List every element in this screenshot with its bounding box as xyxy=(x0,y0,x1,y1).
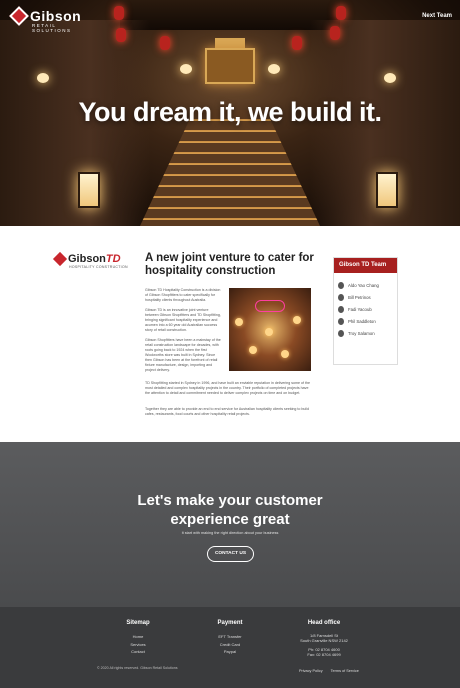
footer-link-services[interactable]: Services xyxy=(118,641,158,649)
gibson-td-logo: GibsonTD HOSPITALITY CONSTRUCTION xyxy=(52,251,128,269)
team-member-name: Fadi Yacoub xyxy=(348,306,372,312)
footer-head-office: Head office 1/8 Farnsdell St South Granv… xyxy=(293,620,355,657)
person-avatar-icon xyxy=(338,330,344,338)
legal-links: Privacy Policy Terms of Service xyxy=(299,669,366,673)
team-panel-heading: Gibson TD Team xyxy=(334,258,397,273)
td-logo-name: GibsonTD xyxy=(68,253,121,265)
person-avatar-icon xyxy=(338,305,344,313)
article-paragraph: Gibson TD Hospitality Construction is a … xyxy=(145,288,221,302)
restaurant-photo xyxy=(229,288,311,371)
light-bulb-icon xyxy=(281,350,289,358)
lantern-icon xyxy=(292,36,302,50)
team-member-name: Aldo Yao Chang xyxy=(348,282,379,288)
main-content: GibsonTD HOSPITALITY CONSTRUCTION A new … xyxy=(0,226,460,442)
footer-heading: Sitemap xyxy=(126,620,150,626)
team-member[interactable]: Phil Saddleton xyxy=(334,316,397,328)
terms-of-service-link[interactable]: Terms of Service xyxy=(331,669,359,673)
cta-subtitle: It start with making the right direction… xyxy=(181,531,279,535)
person-avatar-icon xyxy=(338,293,344,301)
team-member[interactable]: Aldo Yao Chang xyxy=(334,279,397,291)
copyright-text: © 2020 All rights reserved. Gibson Retai… xyxy=(97,666,178,670)
footer-heading: Payment xyxy=(217,620,243,626)
hero-sign-top xyxy=(215,38,245,48)
footer-payment: Payment EFT Transfer Credit Card Paypal xyxy=(207,620,253,656)
team-panel: Gibson TD Team Aldo Yao Chang Bill Petri… xyxy=(333,257,398,365)
diamond-mark-icon xyxy=(9,6,29,26)
footer-link-contact[interactable]: Contact xyxy=(118,648,158,656)
office-address: South Granville NSW 2142 xyxy=(300,638,348,643)
cta-title-line: experience great xyxy=(170,511,290,528)
team-member[interactable]: Fadi Yacoub xyxy=(334,303,397,315)
footer-payment-item: EFT Transfer xyxy=(218,634,242,639)
person-avatar-icon xyxy=(338,281,344,289)
diamond-mark-icon xyxy=(52,251,68,267)
site-footer: Sitemap Home Services Contact Payment EF… xyxy=(0,607,460,688)
footer-payment-item: Credit Card xyxy=(219,641,241,647)
person-avatar-icon xyxy=(338,318,344,326)
light-bulb-icon xyxy=(37,73,49,83)
lantern-icon xyxy=(330,26,340,40)
nav-next-team-link[interactable]: Next Team xyxy=(422,13,452,19)
light-bulb-icon xyxy=(180,64,192,74)
cta-section: Let's make your customer experience grea… xyxy=(0,442,460,607)
footer-heading: Head office xyxy=(307,620,341,626)
footer-payment-item: Paypal xyxy=(223,649,237,655)
article-paragraph: Together they are able to provide an end… xyxy=(145,407,310,416)
lamp-icon xyxy=(376,172,398,208)
privacy-policy-link[interactable]: Privacy Policy xyxy=(299,669,323,673)
logo-name: Gibson xyxy=(30,8,82,24)
light-bulb-icon xyxy=(249,346,257,354)
cta-title-line: Let's make your customer xyxy=(137,492,323,509)
hero-ceiling xyxy=(120,0,340,30)
article-title: A new joint venture to cater for hospita… xyxy=(145,252,314,277)
footer-sitemap: Sitemap Home Services Contact xyxy=(118,620,158,656)
site-logo[interactable]: Gibson RETAIL SOLUTIONS xyxy=(9,6,82,33)
team-member-name: Phil Saddleton xyxy=(348,319,376,325)
hero-title: You dream it, we build it. xyxy=(78,97,382,127)
office-fax: Fax: 02 8704 4699 xyxy=(307,652,341,657)
neon-sign xyxy=(255,300,285,312)
team-member[interactable]: Bill Petrinos xyxy=(334,291,397,303)
team-member[interactable]: Troy Salamon xyxy=(334,328,397,340)
lantern-icon xyxy=(114,6,124,20)
light-bulb-icon xyxy=(384,73,396,83)
light-bulb-icon xyxy=(265,328,273,336)
lantern-icon xyxy=(336,6,346,20)
team-member-name: Bill Petrinos xyxy=(348,294,371,300)
td-logo-tagline: HOSPITALITY CONSTRUCTION xyxy=(69,265,128,269)
team-member-name: Troy Salamon xyxy=(348,331,375,337)
logo-subtitle: RETAIL SOLUTIONS xyxy=(32,23,72,33)
light-bulb-icon xyxy=(293,316,301,324)
light-bulb-icon xyxy=(268,64,280,74)
hero-sign xyxy=(205,48,255,84)
lamp-icon xyxy=(78,172,100,208)
lantern-icon xyxy=(160,36,170,50)
lantern-icon xyxy=(116,28,126,42)
article-paragraph: Gibson Shopfitters have been a mainstay … xyxy=(145,338,221,372)
footer-link-home[interactable]: Home xyxy=(118,633,158,641)
hero-banner: Gibson RETAIL SOLUTIONS Next Team You dr… xyxy=(0,0,460,226)
contact-us-button[interactable]: CONTACT US xyxy=(207,546,254,562)
cta-title: Let's make your customer experience grea… xyxy=(0,491,460,529)
article-paragraph: TD Shopfitting started in Sydney in 1996… xyxy=(145,381,311,395)
light-bulb-icon xyxy=(235,318,243,326)
article-paragraph: Gibson TD is an innovative joint venture… xyxy=(145,308,221,332)
